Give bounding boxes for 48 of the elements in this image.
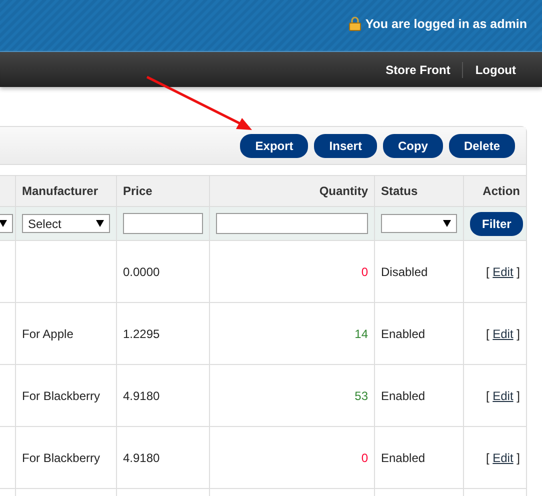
bracket-text: ] [516,264,520,278]
quantity-cell: 0 [210,426,374,488]
bracket-text: [ [486,450,490,464]
caret-icon [96,220,104,227]
nav-link[interactable]: Logout [463,62,528,76]
quantity-filter-field[interactable] [216,213,368,234]
toolbar-button[interactable]: Insert [314,134,377,158]
toolbar-button[interactable]: Export [240,134,308,158]
table-cell: Enabled [374,426,464,488]
caret-icon [443,220,451,227]
toolbar-button[interactable]: Delete [448,134,515,158]
table-cell: For Apple [16,302,116,364]
column-header: Status [374,176,464,206]
table-cell: 1.2295 [116,302,210,364]
login-status-text: You are logged in as admin [365,16,527,30]
table-cell: 0.0000 [116,240,210,302]
edit-link[interactable]: Edit [492,264,514,278]
edit-link[interactable]: Edit [492,326,514,340]
lock-icon [349,16,362,31]
quantity-cell: 0 [210,240,374,302]
bracket-text: ] [516,326,520,340]
quantity-cell: 53 [210,364,374,426]
toolbar-button[interactable]: Copy [382,134,443,158]
edit-link[interactable]: Edit [492,388,514,402]
table-cell: Enabled [374,364,464,426]
table-cell: Enabled [374,302,464,364]
table-cell: 4.9180 [116,364,210,426]
column-header: Manufacturer [16,176,116,206]
price-filter-field[interactable] [123,213,203,234]
manufacturer-dropdown[interactable]: Select [22,214,110,233]
bracket-text: [ [486,264,490,278]
edit-link[interactable]: Edit [492,450,514,464]
bracket-text: ] [516,388,520,402]
column-header: Action [464,176,526,206]
bracket-text: [ [486,388,490,402]
status-dropdown[interactable] [381,214,457,233]
bracket-text: ] [516,450,520,464]
table-cell: For Blackberry [16,426,116,488]
filter-button[interactable]: Filter [470,212,524,236]
caret-icon [0,220,7,227]
table-cell: For Blackberry [16,364,116,426]
quantity-cell: 14 [210,302,374,364]
table-cell: 4.9180 [116,426,210,488]
table-cell: Disabled [374,240,464,302]
bracket-text: [ [486,326,490,340]
column-header: Quantity [210,176,374,206]
nav-link[interactable]: Store Front [374,62,462,76]
column-header: Price [116,176,210,206]
